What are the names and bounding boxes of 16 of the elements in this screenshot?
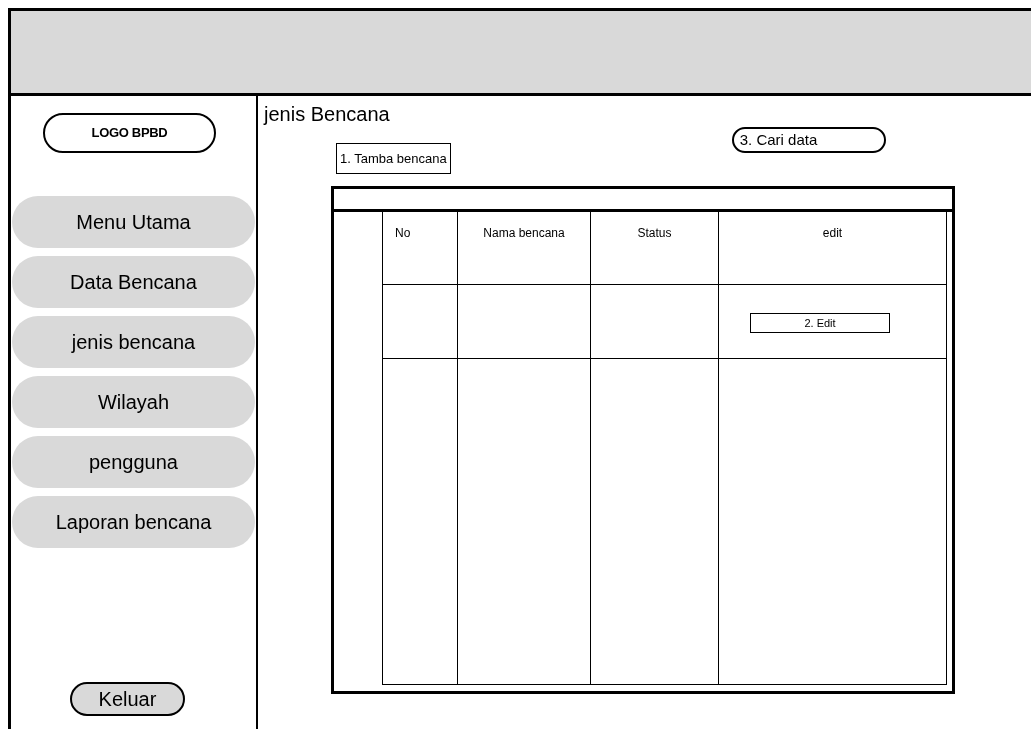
menu-item[interactable]: pengguna: [12, 436, 255, 488]
search-button[interactable]: 3. Cari data: [731, 127, 886, 153]
menu-item[interactable]: Data Bencana: [12, 256, 255, 308]
logout-button[interactable]: Keluar: [70, 682, 185, 716]
column-header: Nama bencana: [483, 226, 565, 240]
menu-item[interactable]: Menu Utama: [12, 196, 255, 248]
column-header: Status: [637, 226, 672, 240]
menu-item[interactable]: jenis bencana: [12, 316, 255, 368]
add-button[interactable]: 1. Tamba bencana: [336, 143, 451, 174]
column-header: No: [395, 226, 411, 240]
menu-item[interactable]: Laporan bencana: [12, 496, 255, 548]
edit-button[interactable]: 2. Edit: [750, 313, 890, 333]
menu-item[interactable]: Wilayah: [12, 376, 255, 428]
page-title: jenis Bencana: [264, 102, 391, 127]
column-header: edit: [822, 226, 843, 240]
logo-button[interactable]: LOGO BPBD: [43, 113, 216, 153]
